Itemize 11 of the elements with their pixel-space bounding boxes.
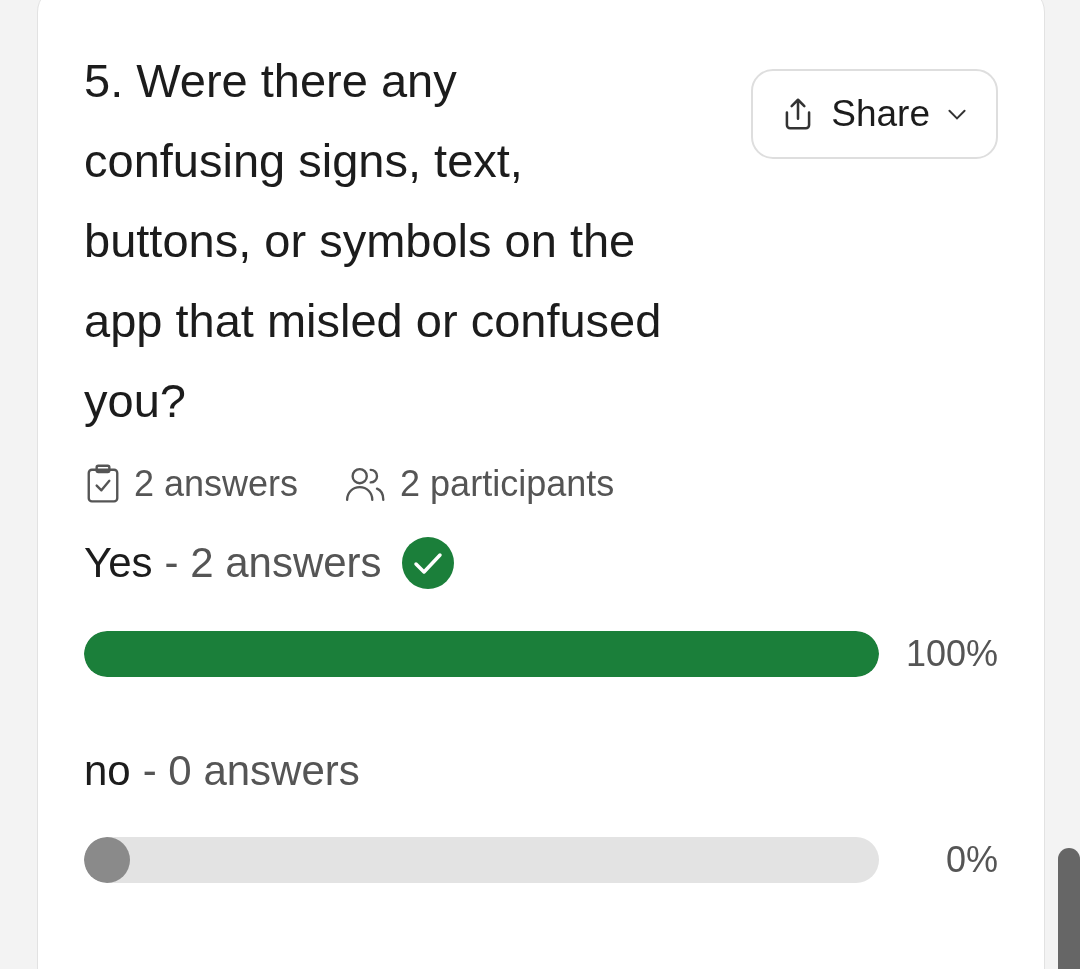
scrollbar-thumb[interactable] (1058, 848, 1080, 969)
option-count: - 0 answers (142, 747, 360, 795)
participants-count: 2 participants (400, 463, 615, 505)
option-label: no (84, 747, 131, 795)
option-count: - 2 answers (164, 539, 382, 587)
answers-count: 2 answers (134, 463, 299, 505)
percent-label: 0% (944, 839, 998, 881)
percent-label: 100% (904, 633, 998, 675)
share-button[interactable]: Share (751, 69, 998, 159)
question-title: 5. Were there any confusing signs, text, buttons, or symbols on the app that misled or confused you? (84, 53, 662, 429)
option-label: Yes (84, 539, 153, 587)
